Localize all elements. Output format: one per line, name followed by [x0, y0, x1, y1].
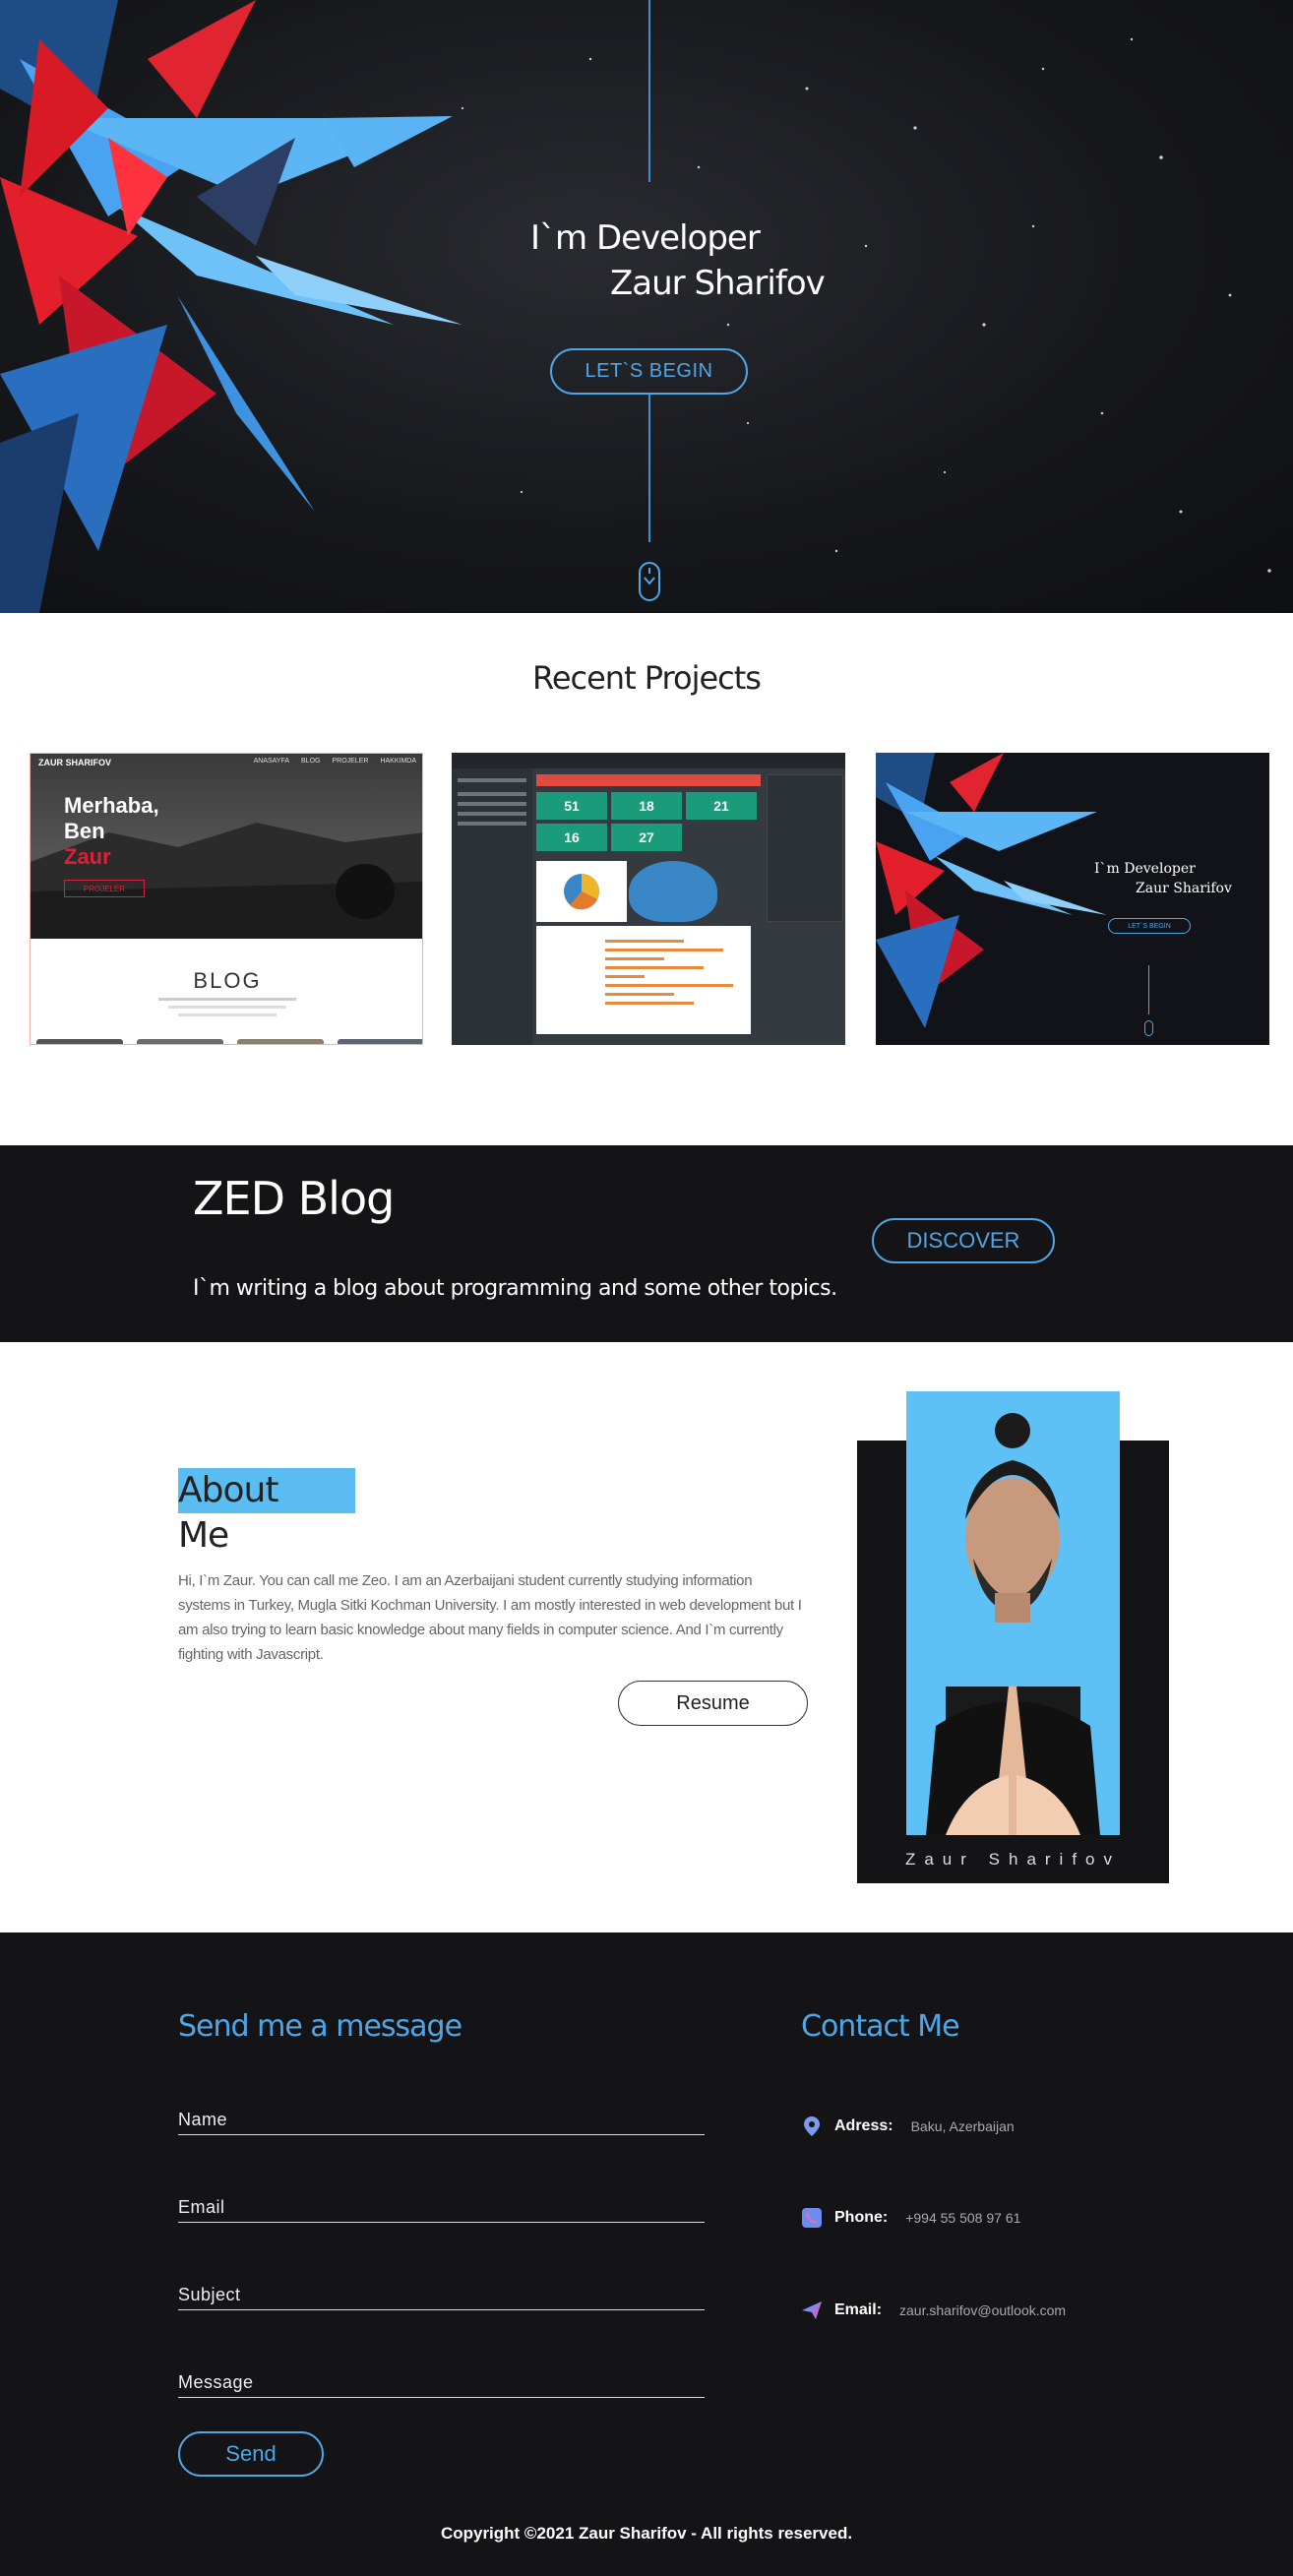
- dashboard-bar-chart: [536, 926, 751, 1034]
- project-hero-line: [1148, 965, 1149, 1014]
- contact-section: Send me a message Name Email Subject Mes…: [0, 1932, 1293, 2576]
- paper-plane-icon: [802, 2301, 822, 2319]
- project-blog-card: [338, 1039, 422, 1044]
- dashboard-pie-chart: [564, 874, 599, 910]
- email-label: Email:: [834, 2301, 883, 2318]
- hero-top-line: [648, 0, 650, 182]
- address-label: Adress:: [834, 2117, 893, 2134]
- message-field[interactable]: Message: [178, 2372, 705, 2398]
- project-text-line: [168, 1006, 286, 1009]
- email-field[interactable]: Email: [178, 2197, 705, 2223]
- copyright-text: Copyright ©2021 Zaur Sharifov - All righ…: [440, 2524, 853, 2543]
- project-greeting-line: Zaur: [64, 844, 111, 869]
- recent-projects-heading: Recent Projects: [532, 659, 762, 697]
- phone-icon: [802, 2208, 822, 2228]
- name-field[interactable]: Name: [178, 2110, 705, 2135]
- message-form-heading: Send me a message: [178, 2009, 462, 2044]
- blog-title: ZED Blog: [193, 1172, 395, 1225]
- project-nav-logo: ZAUR SHARIFOV: [38, 758, 111, 767]
- recent-projects-section: Recent Projects ZAUR SHARIFOV ANASAYFA B…: [0, 613, 1293, 1145]
- resume-button[interactable]: Resume: [618, 1681, 808, 1726]
- hero-name: Zaur Sharifov: [610, 264, 826, 303]
- address-value: Baku, Azerbaijan: [910, 2118, 1015, 2134]
- project-hero-image: ZAUR SHARIFOV ANASAYFA BLOG PROJELER HAK…: [31, 754, 422, 939]
- project-card-portfolio[interactable]: I`m Developer Zaur Sharifov LET`S BEGIN: [876, 753, 1269, 1045]
- location-pin-icon: [804, 2116, 820, 2136]
- phone-label: Phone:: [834, 2209, 889, 2226]
- project-hero-name: Zaur Sharifov: [1136, 881, 1232, 896]
- project-nav-link: BLOG: [301, 758, 321, 765]
- hero-title: I`m Developer: [530, 218, 761, 258]
- project-text-line: [178, 1013, 277, 1016]
- dashboard-sidebar: [452, 768, 532, 1045]
- dashboard-stat: 51: [536, 792, 607, 820]
- subject-field[interactable]: Subject: [178, 2285, 705, 2310]
- email-value[interactable]: zaur.sharifov@outlook.com: [899, 2302, 1066, 2318]
- project-greeting-line: Ben: [64, 819, 105, 843]
- project-greeting: Merhaba, Ben Zaur: [64, 793, 159, 870]
- project-blog-heading: BLOG: [193, 968, 262, 993]
- dashboard-stat: 27: [611, 824, 682, 851]
- project-hero-title: I`m Developer: [1094, 861, 1196, 877]
- lets-begin-button[interactable]: LET`S BEGIN: [550, 348, 748, 395]
- project-greeting-line: Merhaba,: [64, 793, 159, 818]
- project-projeler-button: PROJELER: [64, 880, 145, 897]
- dashboard-pie-card: [536, 861, 627, 922]
- dashboard-donut-card: [629, 861, 717, 922]
- project-blog-card: [237, 1039, 324, 1044]
- project-nav-link: HAKKIMDA: [380, 758, 416, 765]
- project-scroll-icon: [1144, 1020, 1153, 1036]
- project-nav-link: PROJELER: [332, 758, 369, 765]
- hero-bottom-line: [648, 395, 650, 542]
- project-text-line: [158, 998, 296, 1001]
- about-section: About Me Hi, I`m Zaur. You can call me Z…: [0, 1342, 1293, 1932]
- project-blog-card: [137, 1039, 223, 1044]
- contact-me-heading: Contact Me: [801, 2009, 960, 2044]
- photo-caption: Zaur Sharifov: [904, 1850, 1122, 1869]
- dashboard-stat-grid: 51 18 21 16 27: [536, 792, 761, 851]
- about-title: About Me: [178, 1468, 355, 1556]
- hero-section: I`m Developer Zaur Sharifov LET`S BEGIN: [0, 0, 1293, 613]
- about-text: Hi, I`m Zaur. You can call me Zeo. I am …: [178, 1572, 802, 1663]
- dashboard-stat: 16: [536, 824, 607, 851]
- contact-email-row: Email: zaur.sharifov@outlook.com: [801, 2300, 1066, 2321]
- profile-portrait: [906, 1391, 1120, 1835]
- project-nav-links: ANASAYFA BLOG PROJELER HAKKIMDA: [254, 758, 416, 765]
- project-nav-link: ANASAYFA: [253, 758, 290, 765]
- scroll-down-icon[interactable]: [639, 562, 660, 601]
- project-blog-card: [36, 1039, 123, 1044]
- dashboard-stat: 21: [686, 792, 757, 820]
- dashboard-alert-bar: [536, 774, 761, 786]
- phone-value: +994 55 508 97 61: [905, 2210, 1021, 2226]
- project-card-personal-site[interactable]: ZAUR SHARIFOV ANASAYFA BLOG PROJELER HAK…: [30, 753, 423, 1045]
- contact-address-row: Adress: Baku, Azerbaijan: [801, 2116, 1015, 2137]
- send-button[interactable]: Send: [178, 2431, 324, 2477]
- contact-phone-row: Phone: +994 55 508 97 61: [801, 2207, 1020, 2229]
- dashboard-right-panel: [767, 774, 843, 922]
- abstract-shards-art: [0, 0, 462, 613]
- project-card-dashboard[interactable]: 51 18 21 16 27: [452, 753, 845, 1045]
- blog-subtitle: I`m writing a blog about programming and…: [193, 1276, 837, 1301]
- project-shards-art: [876, 753, 1107, 1028]
- discover-button[interactable]: DISCOVER: [872, 1218, 1055, 1263]
- blog-section: ZED Blog I`m writing a blog about progra…: [0, 1145, 1293, 1342]
- dashboard-stat: 18: [611, 792, 682, 820]
- project-hero-button: LET`S BEGIN: [1108, 918, 1191, 934]
- dashboard-topbar: [452, 753, 845, 768]
